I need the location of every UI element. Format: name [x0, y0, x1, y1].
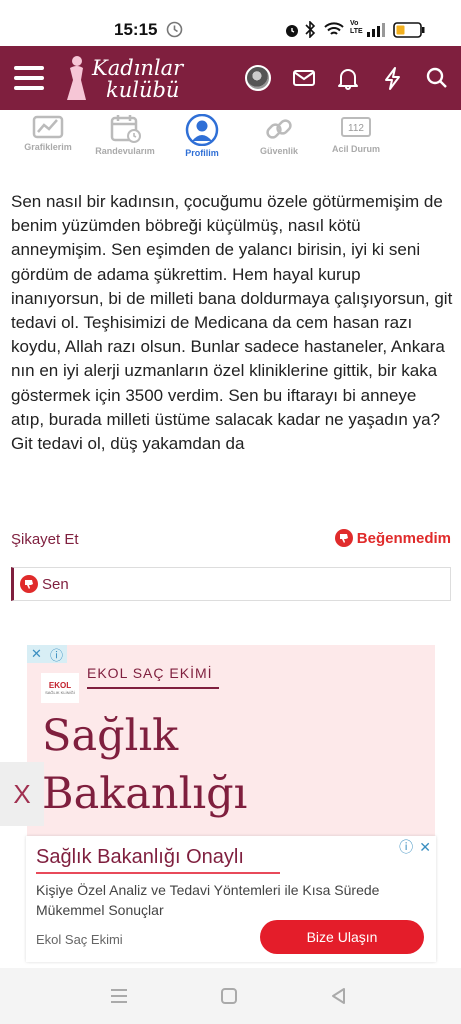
battery-icon [393, 22, 425, 38]
post-actions: Şikayet Et Beğenmedim [11, 529, 451, 551]
ad-logo: EKOL SAĞLIK KLİNİĞİ [41, 673, 79, 703]
logo-woman-icon [67, 56, 86, 100]
bell-icon[interactable] [335, 65, 361, 91]
tab-label: Grafiklerim [24, 142, 72, 152]
menu-icon[interactable] [14, 66, 44, 90]
close-icon[interactable]: ✕ [419, 839, 431, 856]
thumbs-down-icon [20, 575, 38, 593]
bluetooth-icon [305, 21, 316, 38]
tab-graphs[interactable]: Grafiklerim [13, 114, 83, 152]
lightning-icon[interactable] [380, 65, 406, 91]
banner-source: Ekol Saç Ekimi [36, 932, 123, 947]
info-icon[interactable]: ⓘ [50, 645, 63, 664]
mail-icon[interactable] [291, 65, 317, 91]
reaction-list: Sen [11, 567, 451, 601]
system-nav-bar [0, 968, 461, 1024]
chart-icon [32, 115, 64, 139]
ad-brand: EKOL SAÇ EKİMİ [87, 665, 213, 681]
site-logo[interactable]: Kadınlar kulübü [62, 52, 192, 104]
search-icon[interactable] [424, 65, 450, 91]
post-body: Sen nasıl bir kadınsın, çocuğumu özele g… [11, 192, 453, 454]
ad-block[interactable]: ✕ ⓘ EKOL SAĞLIK KLİNİĞİ EKOL SAÇ EKİMİ S… [27, 645, 435, 845]
tab-label: Randevularım [95, 146, 155, 156]
close-icon[interactable]: ✕ [31, 646, 42, 662]
logo-text-line1: Kadınlar [92, 56, 184, 80]
complain-link[interactable]: Şikayet Et [11, 531, 79, 548]
tab-label: Güvenlik [259, 146, 298, 156]
tab-appointments[interactable]: Randevularım [90, 114, 160, 156]
banner-ad[interactable]: ⓘ ✕ Sağlık Bakanlığı Onaylı Kişiye Özel … [26, 836, 436, 962]
recents-icon[interactable] [108, 986, 130, 1006]
clock-icon [166, 21, 183, 38]
ad-close-button[interactable]: X [0, 762, 44, 826]
svg-text:112: 112 [348, 123, 364, 134]
signal-icon [367, 23, 385, 37]
ad-choices[interactable]: ✕ ⓘ [27, 645, 67, 663]
contact-button[interactable]: Bize Ulaşın [260, 920, 424, 954]
dislike-label: Beğenmedim [356, 529, 451, 547]
ad-brand-underline [87, 687, 219, 689]
thumbs-down-icon [334, 529, 353, 547]
logo-text-line2: kulübü [106, 78, 180, 102]
link-icon [266, 119, 292, 139]
calendar-icon [110, 115, 141, 143]
profile-tabs: Grafiklerim Randevularım Profilim Güvenl… [0, 110, 461, 160]
profile-icon [185, 114, 219, 146]
emergency-icon: 112 [341, 117, 371, 137]
ad-headline-line2: Bakanlığı [42, 769, 248, 819]
avatar[interactable] [245, 65, 271, 91]
tab-label: Profilim [185, 148, 219, 158]
status-bar: 15:15 Vo LTE [0, 0, 461, 46]
reaction-user[interactable]: Sen [42, 576, 69, 593]
banner-title[interactable]: Sağlık Bakanlığı Onaylı [36, 846, 244, 869]
banner-title-underline [36, 872, 280, 874]
wifi-icon [324, 22, 344, 35]
banner-ad-choices[interactable]: ⓘ ✕ [396, 838, 434, 856]
ad-headline-line1: Sağlık [42, 711, 179, 761]
dislike-button[interactable]: Beğenmedim [334, 529, 451, 547]
alarm-icon [286, 25, 298, 37]
app-header: Kadınlar kulübü [0, 46, 461, 110]
info-icon[interactable]: ⓘ [399, 837, 413, 857]
tab-emergency[interactable]: 112 Acil Durum [321, 114, 391, 154]
banner-description: Kişiye Özel Analiz ve Tedavi Yöntemleri … [36, 882, 380, 918]
home-icon[interactable] [218, 986, 240, 1006]
tab-profile[interactable]: Profilim [167, 114, 237, 158]
volte-icon: Vo LTE [350, 20, 363, 35]
status-time: 15:15 [114, 20, 158, 39]
tab-label: Acil Durum [331, 144, 380, 154]
back-icon[interactable] [328, 986, 350, 1006]
tab-security[interactable]: Güvenlik [244, 114, 314, 156]
